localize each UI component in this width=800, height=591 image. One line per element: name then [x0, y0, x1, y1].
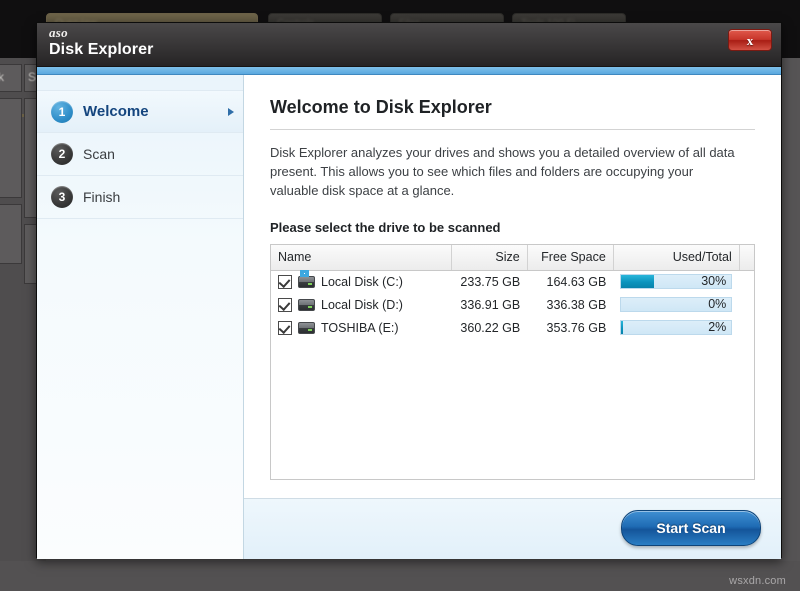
wizard-content: Welcome to Disk Explorer Disk Explorer a…	[244, 75, 781, 559]
chevron-right-icon	[228, 107, 234, 116]
drive-icon-1	[298, 298, 315, 311]
drive-table: Name Size Free Space Used/Total Local Di…	[271, 245, 754, 339]
usage-percent-label-2: 2%	[708, 320, 727, 334]
watermark: wsxdn.com	[729, 575, 786, 587]
drive-checkbox-0[interactable]	[278, 274, 292, 289]
drive-select-subheading: Please select the drive to be scanned	[270, 220, 501, 235]
sidebar-item-finish[interactable]: 3 Finish	[37, 176, 243, 219]
column-header-spacer	[739, 245, 754, 271]
usage-percent-label-1: 0%	[708, 297, 727, 311]
intro-paragraph: Disk Explorer analyzes your drives and s…	[270, 145, 735, 198]
windows-flag-icon	[300, 269, 309, 277]
column-header-used-total[interactable]: Used/Total	[613, 245, 740, 271]
start-scan-button[interactable]: Start Scan	[621, 510, 761, 546]
table-row[interactable]: Local Disk (D:) 336.91 GB 336.38 GB 0%	[271, 293, 754, 316]
row-spacer-2	[739, 316, 754, 339]
step-number-badge-1: 1	[51, 100, 73, 123]
start-scan-button-label: Start Scan	[656, 520, 726, 536]
drive-size-2: 360.22 GB	[460, 320, 521, 335]
step-number-badge-3: 3	[51, 186, 73, 208]
drive-label-0: Local Disk (C:)	[321, 274, 403, 289]
usage-progress-fill-0	[621, 275, 655, 289]
background-bottom-bar: wsxdn.com	[0, 561, 800, 591]
usage-progress-bar-0: 30%	[620, 274, 733, 290]
sidebar-item-scan-label: Scan	[83, 146, 115, 162]
column-header-size[interactable]: Size	[451, 245, 528, 271]
row-spacer-1	[739, 293, 754, 316]
dialog-body: 1 Welcome 2 Scan 3 Finish Welcome to Dis…	[37, 75, 781, 559]
usage-progress-bar-1: 0%	[620, 297, 733, 312]
drive-checkbox-2[interactable]	[278, 320, 292, 335]
drive-usage-cell-2: 2%	[613, 316, 739, 339]
usage-progress-fill-2	[621, 321, 624, 334]
column-header-free-space[interactable]: Free Space	[527, 245, 614, 271]
table-row[interactable]: Local Disk (C:) 233.75 GB 164.63 GB 30%	[271, 269, 754, 293]
sidebar-item-scan[interactable]: 2 Scan	[37, 133, 243, 176]
background-left-label-0: k	[0, 70, 4, 84]
screen: Overview Controls Files Tools 100 Fi k S…	[0, 0, 800, 591]
column-header-name[interactable]: Name	[271, 245, 453, 271]
wizard-sidebar: 1 Welcome 2 Scan 3 Finish	[37, 75, 244, 559]
drive-free-space-2: 353.76 GB	[546, 320, 607, 335]
drive-usage-cell-1: 0%	[613, 293, 739, 316]
background-left-button-4[interactable]	[0, 204, 22, 264]
table-header-row: Name Size Free Space Used/Total	[271, 245, 754, 271]
drive-name-cell-2: TOSHIBA (E:)	[271, 316, 452, 339]
drive-free-space-0: 164.63 GB	[546, 274, 607, 289]
step-number-badge-2: 2	[51, 143, 73, 165]
sidebar-item-welcome-label: Welcome	[83, 103, 149, 120]
background-left-button-2[interactable]	[0, 98, 22, 198]
drive-size-1: 336.91 GB	[460, 297, 521, 312]
drive-icon-2	[298, 321, 315, 334]
table-row[interactable]: TOSHIBA (E:) 360.22 GB 353.76 GB 2%	[271, 316, 754, 339]
drive-name-cell-1: Local Disk (D:)	[271, 293, 452, 316]
drive-usage-cell-0: 30%	[613, 270, 739, 293]
sidebar-item-welcome[interactable]: 1 Welcome	[37, 90, 243, 133]
row-spacer-0	[739, 270, 754, 293]
drive-label-2: TOSHIBA (E:)	[321, 320, 399, 335]
usage-progress-bar-2: 2%	[620, 320, 733, 335]
drive-free-space-1: 336.38 GB	[546, 297, 607, 312]
disk-explorer-dialog: aso Disk Explorer x 1 Welcome 2 Scan 3 F…	[36, 22, 782, 559]
page-title: Welcome to Disk Explorer	[270, 97, 492, 117]
sidebar-item-finish-label: Finish	[83, 189, 121, 205]
drive-label-1: Local Disk (D:)	[321, 297, 403, 312]
system-drive-icon-0	[298, 269, 315, 288]
dialog-footer: Start Scan	[244, 498, 781, 559]
close-icon: x	[746, 32, 754, 48]
dialog-titlebar[interactable]: aso Disk Explorer x	[37, 23, 781, 67]
drive-list-panel: Name Size Free Space Used/Total Local Di…	[270, 244, 755, 480]
title-divider	[270, 129, 755, 130]
drive-checkbox-1[interactable]	[278, 297, 292, 312]
brand-logo: aso	[49, 25, 68, 40]
dialog-title: Disk Explorer	[49, 41, 154, 58]
close-button[interactable]: x	[728, 29, 772, 51]
usage-percent-label-0: 30%	[701, 274, 727, 289]
drive-name-cell-0: Local Disk (C:)	[271, 269, 452, 293]
accent-bar	[37, 67, 781, 75]
drive-size-0: 233.75 GB	[460, 274, 521, 289]
